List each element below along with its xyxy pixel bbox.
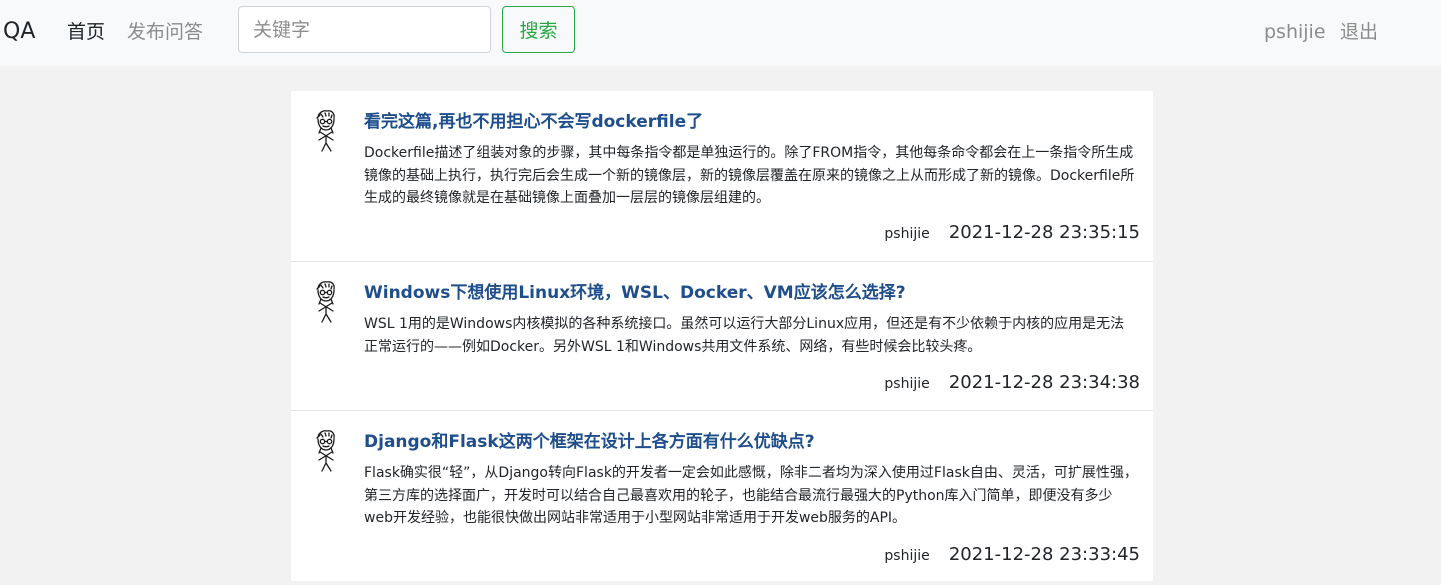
question-item: Windows下想使用Linux环境，WSL、Docker、VM应该怎么选择? … — [291, 261, 1153, 410]
question-list: 看完这篇,再也不用担心不会写dockerfile了 Dockerfile描述了组… — [291, 91, 1153, 581]
question-title-link[interactable]: 看完这篇,再也不用担心不会写dockerfile了 — [364, 110, 703, 134]
avatar-icon — [316, 430, 335, 472]
nav-logout-link[interactable]: 退出 — [1340, 18, 1378, 46]
question-author: pshijie — [884, 376, 930, 392]
avatar-icon — [316, 110, 335, 152]
question-author: pshijie — [884, 226, 930, 242]
question-item: Django和Flask这两个框架在设计上各方面有什么优缺点? Flask确实很… — [291, 410, 1153, 581]
question-meta: pshijie 2021-12-28 23:34:38 — [884, 372, 1140, 393]
question-item: 看完这篇,再也不用担心不会写dockerfile了 Dockerfile描述了组… — [291, 91, 1153, 261]
question-meta: pshijie 2021-12-28 23:33:45 — [884, 544, 1140, 565]
question-author: pshijie — [884, 548, 930, 564]
question-description: Flask确实很“轻”，从Django转向Flask的开发者一定会如此感慨，除非… — [364, 465, 1138, 526]
nav-publish-link[interactable]: 发布问答 — [127, 18, 203, 46]
brand-logo[interactable]: QA — [3, 17, 35, 47]
avatar-icon — [316, 281, 335, 323]
nav-home-link[interactable]: 首页 — [67, 18, 105, 46]
question-time: 2021-12-28 23:35:15 — [948, 222, 1140, 243]
question-title-link[interactable]: Windows下想使用Linux环境，WSL、Docker、VM应该怎么选择? — [364, 281, 906, 305]
question-title-link[interactable]: Django和Flask这两个框架在设计上各方面有什么优缺点? — [364, 430, 815, 454]
question-time: 2021-12-28 23:33:45 — [948, 544, 1140, 565]
search-button[interactable]: 搜索 — [502, 6, 575, 53]
question-description: WSL 1用的是Windows内核模拟的各种系统接口。虽然可以运行大部分Linu… — [364, 316, 1125, 355]
question-time: 2021-12-28 23:34:38 — [948, 372, 1140, 393]
top-navbar: QA 首页 发布问答 搜索 pshijie 退出 — [0, 0, 1441, 66]
question-description: Dockerfile描述了组装对象的步骤，其中每条指令都是单独运行的。除了FRO… — [364, 145, 1135, 206]
question-meta: pshijie 2021-12-28 23:35:15 — [884, 222, 1140, 243]
search-input[interactable] — [238, 6, 491, 53]
nav-username-link[interactable]: pshijie — [1264, 18, 1326, 46]
